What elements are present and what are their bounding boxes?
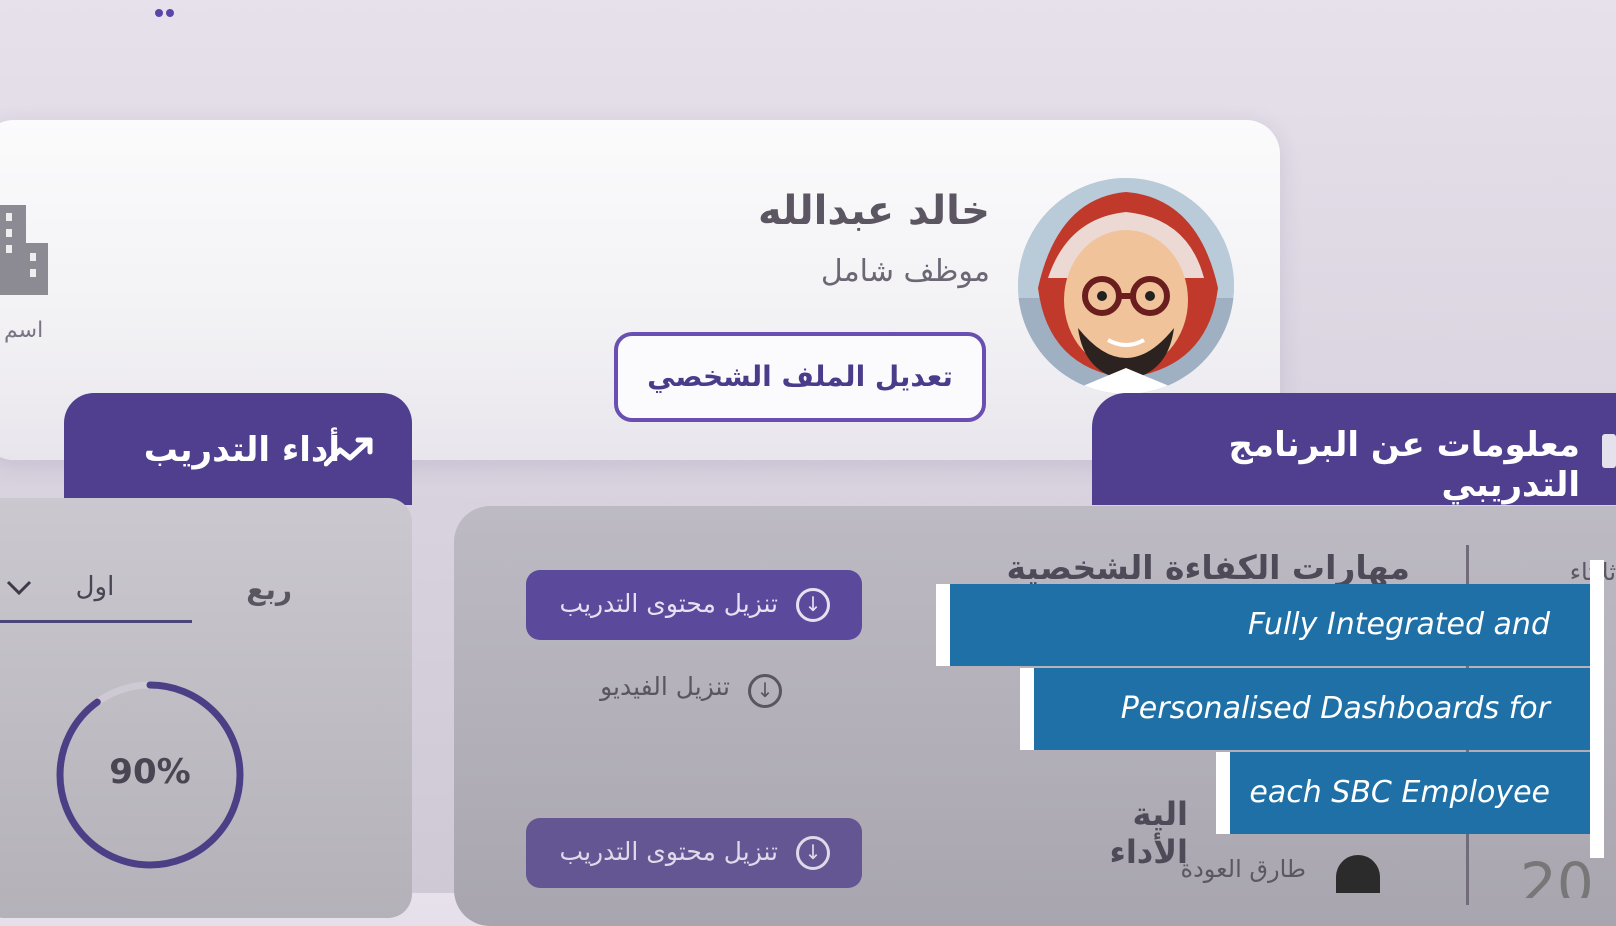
info-tab-marker (1602, 434, 1616, 468)
download-icon: ↓ (748, 674, 782, 708)
avatar (1018, 178, 1234, 394)
quarter-select-value: اول (75, 572, 115, 602)
company-name-label: اسم (4, 318, 44, 343)
edit-profile-button[interactable]: تعديل الملف الشخصي (614, 332, 986, 422)
download-icon: ↓ (796, 588, 830, 622)
trainer-name: طارق العودة (1180, 855, 1306, 883)
caption-line-1: Fully Integrated and (950, 584, 1590, 666)
more-dots-icon[interactable] (155, 2, 177, 17)
download-icon: ↓ (796, 836, 830, 870)
download-video-link[interactable]: تنزيل الفيديو (570, 672, 730, 708)
user-role: موظف شامل (820, 254, 990, 289)
caption-line-3: each SBC Employee (1230, 752, 1590, 834)
download-training-label: تنزيل محتوى التدريب (559, 589, 778, 618)
banner-edge (1216, 752, 1230, 834)
building-icon (0, 205, 48, 295)
download-training-button-2[interactable]: تنزيل محتوى التدريب ↓ (526, 818, 862, 888)
performance-title: أداء التدريب (143, 430, 340, 470)
program-info-title: معلومات عن البرنامج التدريبي (1228, 425, 1580, 505)
chevron-down-icon[interactable] (4, 572, 34, 602)
performance-section-title: الية الأداء (1109, 795, 1188, 871)
caption-line-2: Personalised Dashboards for (1034, 668, 1590, 750)
banner-edge (936, 584, 950, 666)
trainer-avatar (1336, 855, 1380, 893)
download-training-button[interactable]: تنزيل محتوى التدريب ↓ (526, 570, 862, 640)
progress-percent: 90% (109, 752, 191, 792)
trending-up-icon (324, 437, 373, 467)
download-training-label-2: تنزيل محتوى التدريب (559, 837, 778, 866)
quarter-label: ربع (246, 573, 292, 606)
banner-side-bar (1590, 560, 1604, 858)
banner-edge (1020, 668, 1034, 750)
user-name: خالد عبدالله (758, 188, 990, 234)
